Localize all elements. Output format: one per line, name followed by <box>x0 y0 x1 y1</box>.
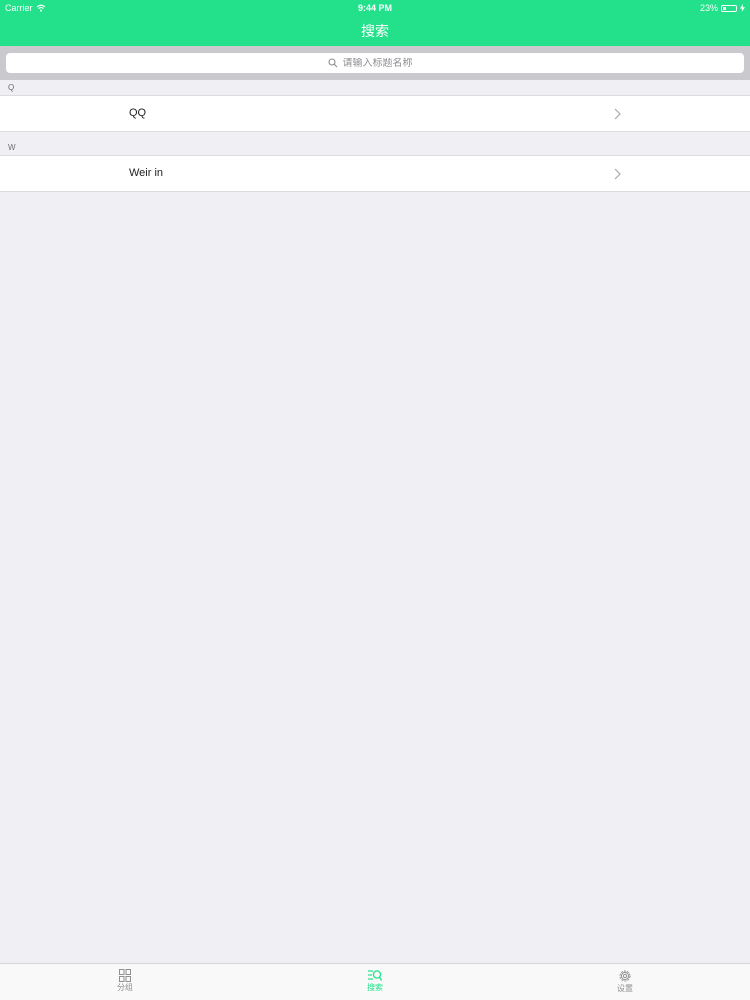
search-list-icon <box>368 970 382 981</box>
search-icon <box>327 58 337 68</box>
tab-label: 分组 <box>117 983 133 992</box>
tab-label: 搜索 <box>367 983 383 992</box>
tab-bar: 分组 搜索 设置 <box>0 963 750 1000</box>
page-title: 搜索 <box>361 23 389 39</box>
gear-icon <box>619 970 631 982</box>
search-field[interactable] <box>6 53 744 73</box>
tab-label: 设置 <box>617 984 633 993</box>
tab-settings[interactable]: 设置 <box>585 964 665 1000</box>
section-header-label: W <box>8 143 16 152</box>
header: Carrier 9:44 PM 23% 搜索 <box>0 0 750 46</box>
status-time: 9:44 PM <box>357 3 392 13</box>
battery-level <box>723 6 726 10</box>
battery-icon <box>721 4 737 12</box>
list-item-label: QQ <box>129 107 147 119</box>
list-item-qq[interactable]: QQ <box>0 95 750 132</box>
section-header-w: W <box>0 140 750 155</box>
search-bar <box>0 46 750 80</box>
tab-search[interactable]: 搜索 <box>335 964 415 1000</box>
section-header-q: Q <box>0 80 750 95</box>
charging-icon <box>740 4 745 12</box>
status-bar: Carrier 9:44 PM 23% <box>0 0 750 16</box>
list-item-weirin[interactable]: Weir in <box>0 155 750 192</box>
search-input[interactable] <box>342 57 423 69</box>
list-item-label: Weir in <box>129 167 164 179</box>
tab-group[interactable]: 分组 <box>85 964 165 1000</box>
app-screen: Carrier 9:44 PM 23% 搜索 请输入标题名称 Q QQ W We… <box>0 0 750 1000</box>
chevron-right-icon <box>614 168 621 180</box>
status-right: 23% <box>700 0 745 16</box>
grid-icon <box>119 969 131 982</box>
section-header-label: Q <box>8 83 15 92</box>
battery-percent: 23% <box>699 3 718 13</box>
chevron-right-icon <box>614 108 621 120</box>
